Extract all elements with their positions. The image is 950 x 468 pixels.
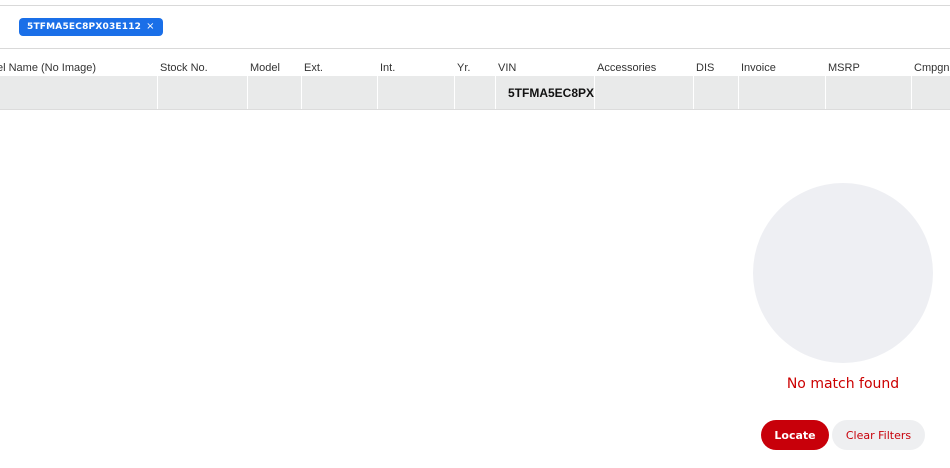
cell-yr	[455, 76, 496, 109]
column-header-int[interactable]: Int.	[380, 62, 395, 74]
column-header-model-name[interactable]: el Name (No Image)	[0, 62, 96, 74]
close-icon[interactable]: ×	[146, 22, 155, 32]
empty-state: No match found	[753, 183, 933, 392]
clear-filters-button[interactable]: Clear Filters	[832, 420, 925, 450]
filter-chip-label: 5TFMA5EC8PX03E112	[27, 22, 142, 32]
cell-cmpgn	[912, 76, 950, 109]
cell-stock-no	[158, 76, 248, 109]
table-row[interactable]: 5TFMA5EC8PX	[0, 76, 950, 110]
filter-chip-vin[interactable]: 5TFMA5EC8PX03E112 ×	[19, 18, 163, 36]
cell-model	[248, 76, 302, 109]
column-header-model[interactable]: Model	[250, 62, 280, 74]
filter-divider	[0, 48, 950, 49]
column-header-invoice[interactable]: Invoice	[741, 62, 776, 74]
cell-model-name	[0, 76, 158, 109]
column-header-stock-no[interactable]: Stock No.	[160, 62, 208, 74]
column-header-accessories[interactable]: Accessories	[597, 62, 656, 74]
column-header-cmpgn[interactable]: Cmpgn	[914, 62, 949, 74]
column-header-dis[interactable]: DIS	[696, 62, 714, 74]
column-header-ext[interactable]: Ext.	[304, 62, 323, 74]
inventory-table: el Name (No Image) Stock No. Model Ext. …	[0, 56, 950, 110]
locate-button[interactable]: Locate	[761, 420, 829, 450]
filter-bar: 5TFMA5EC8PX03E112 ×	[0, 6, 950, 48]
cell-msrp	[826, 76, 912, 109]
cell-accessories	[595, 76, 694, 109]
cell-int	[378, 76, 455, 109]
placeholder-image	[753, 183, 933, 363]
cell-dis	[694, 76, 739, 109]
cell-vin: 5TFMA5EC8PX	[496, 76, 595, 109]
cell-ext	[302, 76, 378, 109]
table-header-row: el Name (No Image) Stock No. Model Ext. …	[0, 56, 950, 78]
column-header-yr[interactable]: Yr.	[457, 62, 470, 74]
column-header-msrp[interactable]: MSRP	[828, 62, 860, 74]
no-match-message: No match found	[786, 376, 900, 392]
column-header-vin[interactable]: VIN	[498, 62, 516, 74]
cell-invoice	[739, 76, 826, 109]
